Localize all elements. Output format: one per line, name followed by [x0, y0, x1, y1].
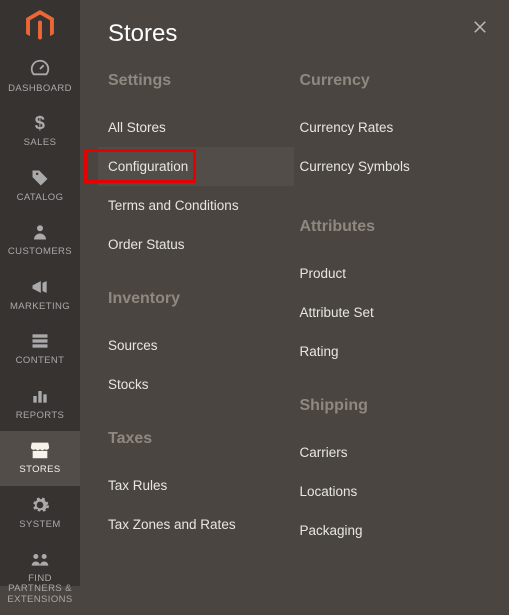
nav-label: FIND PARTNERS & EXTENSIONS — [2, 574, 78, 605]
tag-icon — [30, 167, 50, 189]
section-inventory: Inventory Sources Stocks — [108, 290, 290, 404]
section-title: Settings — [108, 72, 290, 90]
menu-stocks[interactable]: Stocks — [108, 365, 290, 404]
nav-partners[interactable]: FIND PARTNERS & EXTENSIONS — [0, 540, 80, 615]
menu-locations[interactable]: Locations — [300, 472, 482, 511]
svg-text:$: $ — [35, 112, 46, 133]
menu-packaging[interactable]: Packaging — [300, 511, 482, 550]
section-settings: Settings All Stores Configuration Terms … — [108, 72, 290, 264]
menu-product[interactable]: Product — [300, 254, 482, 293]
nav-label: STORES — [19, 465, 60, 475]
menu-link-label: Configuration — [108, 159, 188, 174]
nav-system[interactable]: SYSTEM — [0, 486, 80, 540]
person-icon — [31, 221, 49, 243]
nav-reports[interactable]: REPORTS — [0, 377, 80, 431]
close-button[interactable] — [471, 18, 489, 41]
nav-sales[interactable]: $ SALES — [0, 104, 80, 158]
section-title: Taxes — [108, 430, 290, 448]
nav-label: SALES — [24, 138, 57, 148]
menu-rating[interactable]: Rating — [300, 332, 482, 371]
admin-sidebar: DASHBOARD $ SALES CATALOG CUSTOMERS MARK… — [0, 0, 80, 586]
menu-attribute-set[interactable]: Attribute Set — [300, 293, 482, 332]
gauge-icon — [29, 58, 51, 80]
nav-customers[interactable]: CUSTOMERS — [0, 213, 80, 267]
menu-tax-zones-rates[interactable]: Tax Zones and Rates — [108, 505, 290, 544]
menu-currency-rates[interactable]: Currency Rates — [300, 108, 482, 147]
store-icon — [29, 439, 51, 461]
menu-configuration[interactable]: Configuration — [98, 147, 294, 186]
column-left: Settings All Stores Configuration Terms … — [108, 72, 290, 576]
gear-icon — [30, 494, 50, 516]
bar-chart-icon — [30, 385, 50, 407]
section-title: Attributes — [300, 218, 482, 236]
nav-label: CONTENT — [16, 356, 65, 366]
nav-label: MARKETING — [10, 302, 70, 312]
megaphone-icon — [30, 276, 50, 298]
menu-carriers[interactable]: Carriers — [300, 433, 482, 472]
nav-catalog[interactable]: CATALOG — [0, 159, 80, 213]
section-title: Shipping — [300, 397, 482, 415]
menu-sources[interactable]: Sources — [108, 326, 290, 365]
nav-label: SYSTEM — [19, 520, 60, 530]
nav-content[interactable]: CONTENT — [0, 322, 80, 376]
section-currency: Currency Currency Rates Currency Symbols — [300, 72, 482, 186]
stores-panel: Stores Settings All Stores Configuration… — [80, 0, 509, 586]
column-right: Currency Currency Rates Currency Symbols… — [300, 72, 482, 576]
dollar-icon: $ — [30, 112, 50, 134]
partners-icon — [30, 548, 50, 570]
magento-logo[interactable] — [26, 0, 54, 50]
menu-currency-symbols[interactable]: Currency Symbols — [300, 147, 482, 186]
nav-label: CATALOG — [17, 193, 64, 203]
panel-columns: Settings All Stores Configuration Terms … — [108, 72, 481, 576]
layers-icon — [30, 330, 50, 352]
section-taxes: Taxes Tax Rules Tax Zones and Rates — [108, 430, 290, 544]
menu-tax-rules[interactable]: Tax Rules — [108, 466, 290, 505]
nav-marketing[interactable]: MARKETING — [0, 268, 80, 322]
nav-label: DASHBOARD — [8, 84, 72, 94]
section-title: Inventory — [108, 290, 290, 308]
section-shipping: Shipping Carriers Locations Packaging — [300, 397, 482, 550]
menu-all-stores[interactable]: All Stores — [108, 108, 290, 147]
menu-terms-conditions[interactable]: Terms and Conditions — [108, 186, 290, 225]
nav-label: REPORTS — [16, 411, 65, 421]
nav-dashboard[interactable]: DASHBOARD — [0, 50, 80, 104]
section-attributes: Attributes Product Attribute Set Rating — [300, 218, 482, 371]
panel-title: Stores — [108, 0, 481, 72]
nav-label: CUSTOMERS — [8, 247, 72, 257]
menu-order-status[interactable]: Order Status — [108, 225, 290, 264]
nav-stores[interactable]: STORES — [0, 431, 80, 485]
section-title: Currency — [300, 72, 482, 90]
